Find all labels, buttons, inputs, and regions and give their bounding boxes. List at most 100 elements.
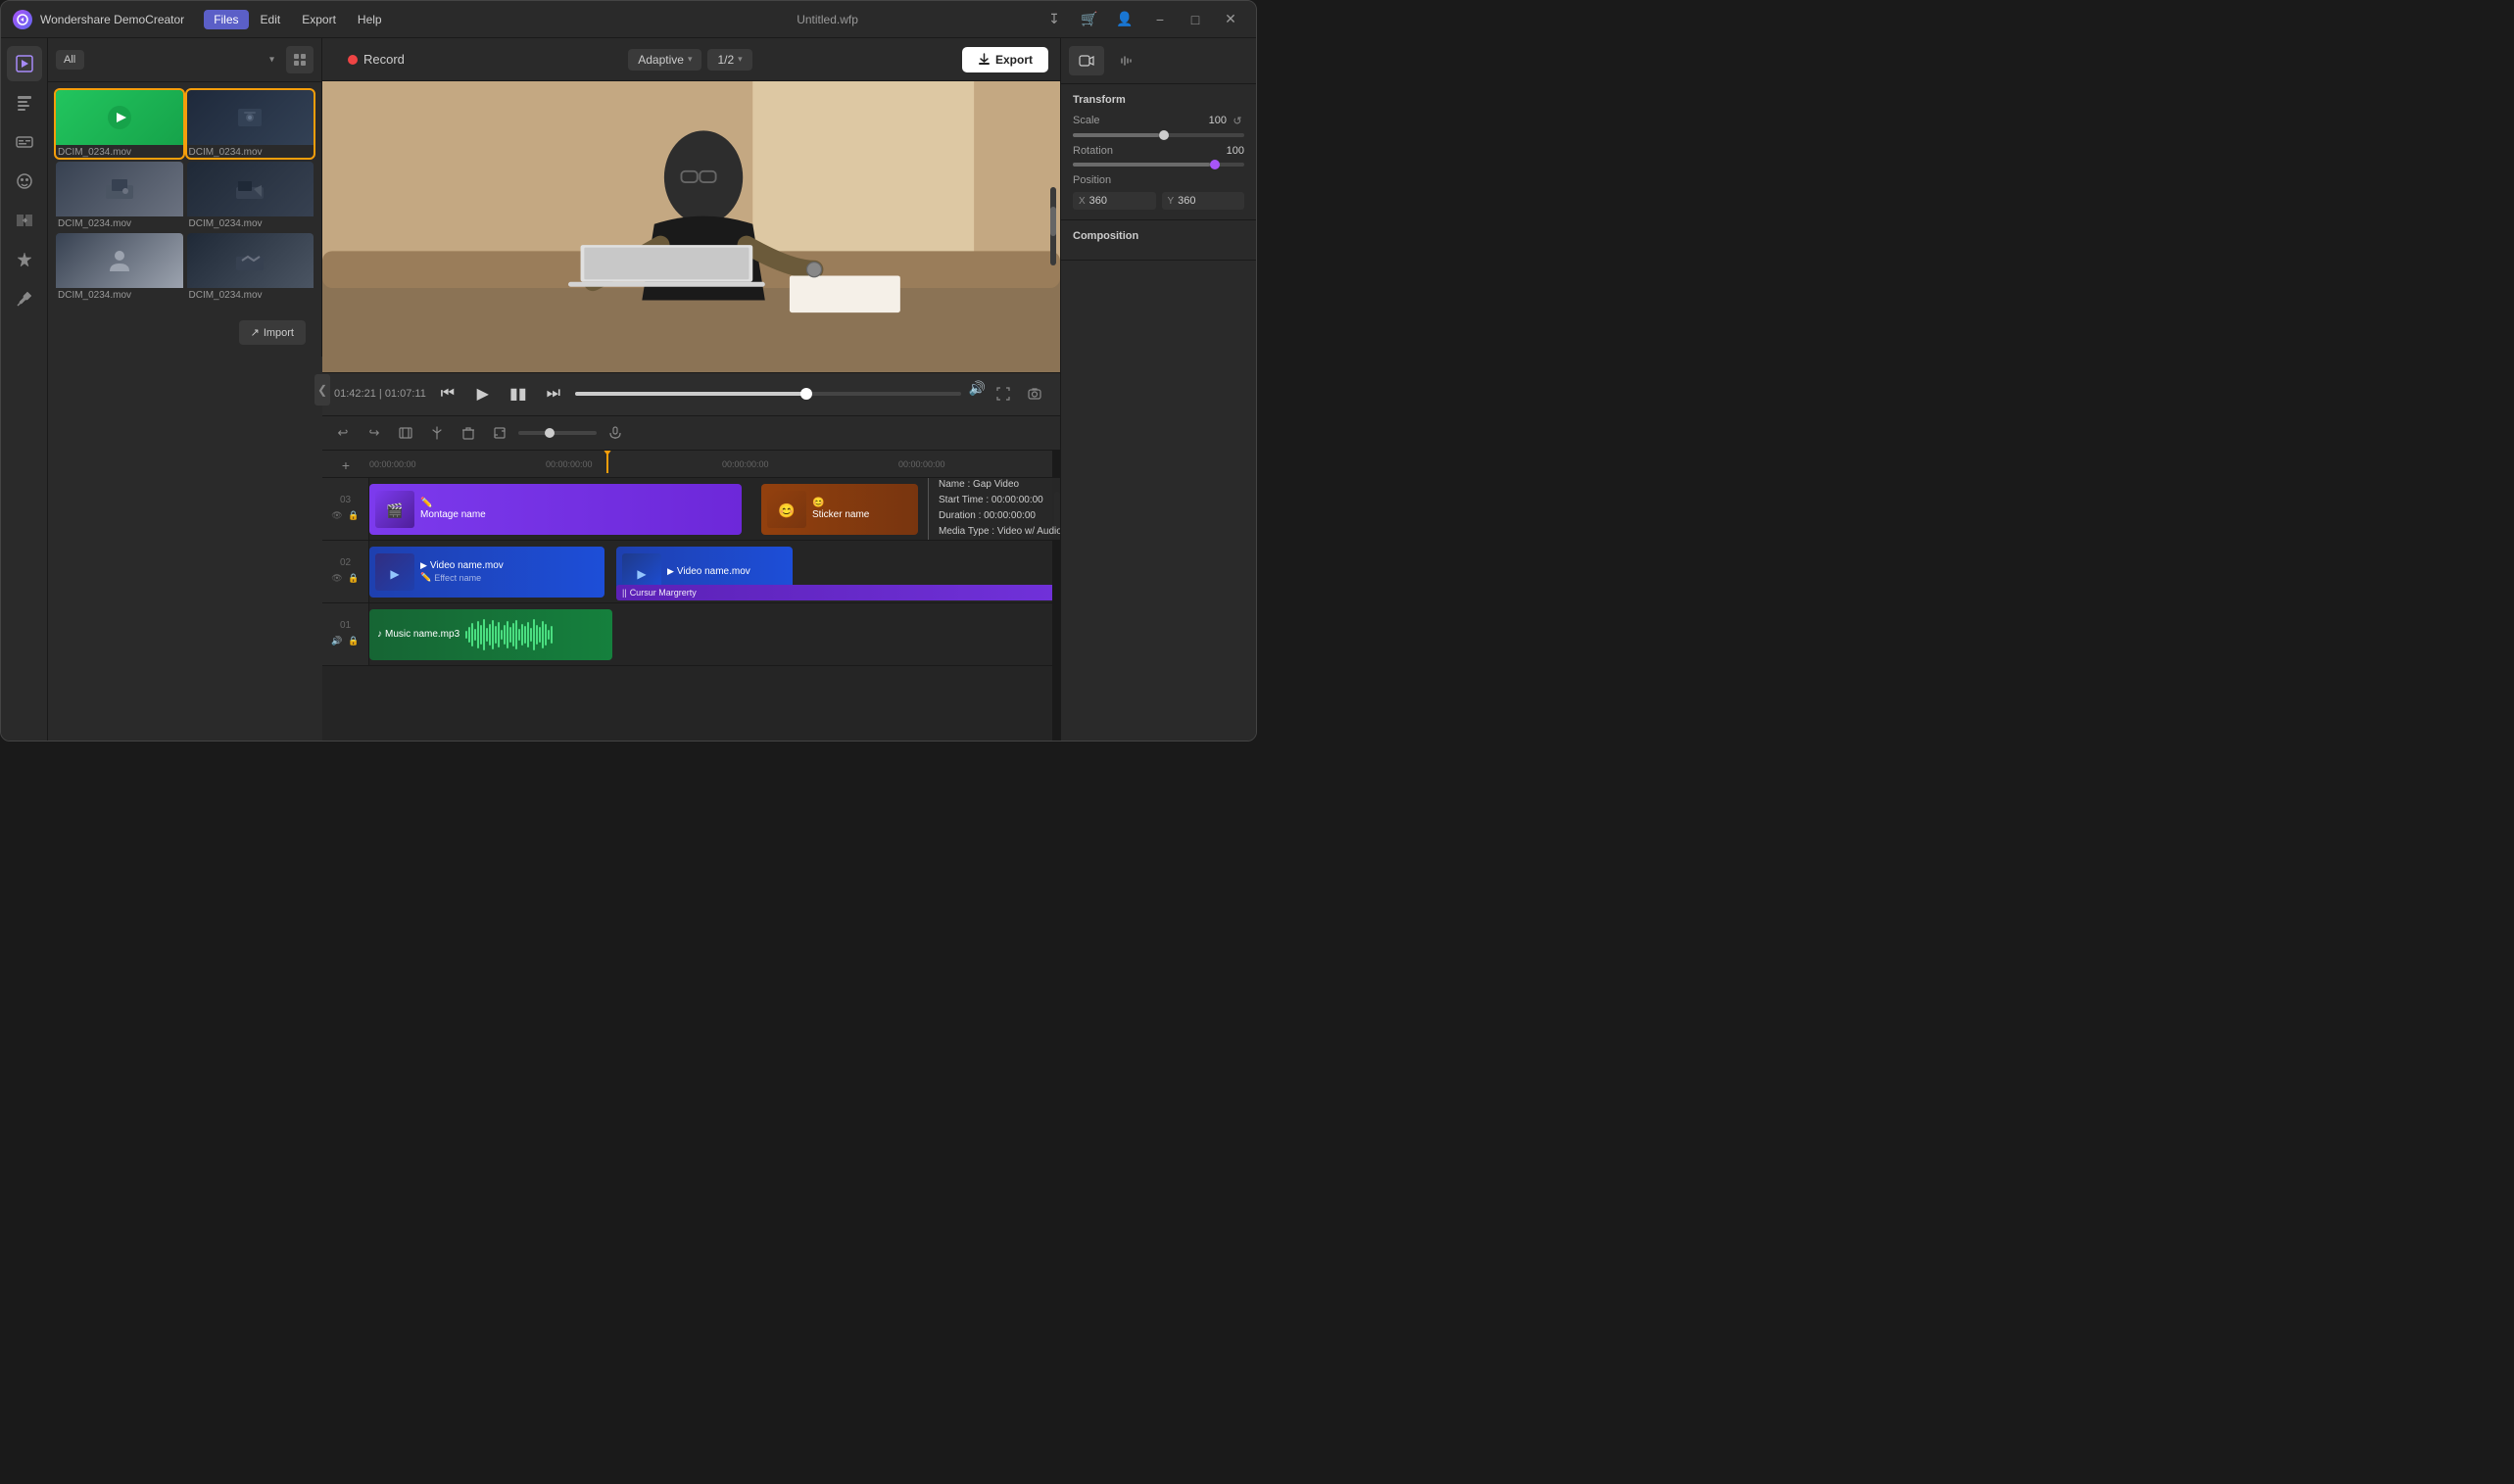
media-grid: DCIM_0234.mov DCIM_0234.mov bbox=[48, 82, 321, 309]
menu-export[interactable]: Export bbox=[292, 10, 346, 29]
media-item-2[interactable]: DCIM_0234.mov bbox=[187, 90, 314, 158]
mic-btn[interactable] bbox=[603, 420, 628, 446]
track-speaker-01[interactable]: 🔊 bbox=[330, 635, 344, 648]
media-item-6[interactable]: DCIM_0234.mov bbox=[187, 233, 314, 301]
progress-bar[interactable] bbox=[575, 392, 961, 396]
clip-label-sticker: 😊 Sticker name bbox=[812, 498, 869, 520]
media-item-1[interactable]: DCIM_0234.mov bbox=[56, 90, 183, 158]
import-ctrl-btn[interactable]: ↧ bbox=[1040, 10, 1068, 29]
scale-reset-btn[interactable]: ↺ bbox=[1231, 114, 1244, 127]
wave-bar bbox=[509, 627, 511, 643]
close-btn[interactable]: ✕ bbox=[1217, 10, 1244, 29]
panel-collapse-btn[interactable]: ❮ bbox=[314, 374, 330, 406]
clip-thumb-video1: ▶ bbox=[375, 553, 414, 591]
track-eye-02[interactable]: 👁 bbox=[330, 572, 344, 586]
import-button[interactable]: ↗ Import bbox=[239, 320, 306, 345]
play-btn[interactable]: ▶ bbox=[469, 380, 497, 407]
clip-label-video1: ▶ Video name.mov ✏️ Effect name bbox=[420, 560, 504, 583]
clip-music[interactable]: ♪ Music name.mp3 bbox=[369, 609, 612, 660]
timeline-area[interactable]: + 00:00:00:00 00:00:00:00 00:00:00:00 00… bbox=[322, 451, 1060, 742]
wave-bar bbox=[474, 629, 476, 641]
zoom-slider[interactable] bbox=[518, 431, 597, 435]
tooltip-line-name: Name : Gap Video bbox=[939, 478, 1060, 493]
sidebar-icon-captions[interactable] bbox=[7, 124, 42, 160]
wave-bar bbox=[465, 631, 467, 639]
media-filter-select[interactable]: All bbox=[56, 50, 84, 70]
undo-btn[interactable]: ↩ bbox=[330, 420, 356, 446]
minimize-btn[interactable]: − bbox=[1146, 10, 1174, 29]
subtitle-bar[interactable]: || Cursur Margrerty || bbox=[616, 585, 1060, 600]
menu-help[interactable]: Help bbox=[348, 10, 392, 29]
transform-btn[interactable] bbox=[487, 420, 512, 446]
filter-select-wrap: All bbox=[56, 50, 280, 70]
sidebar-icon-text[interactable] bbox=[7, 85, 42, 120]
track-eye-03[interactable]: 👁 bbox=[330, 509, 344, 523]
screenshot-btn[interactable] bbox=[1021, 380, 1048, 407]
clip-montage[interactable]: 🎬 ✏️ Montage name bbox=[369, 484, 742, 535]
wave-bar bbox=[539, 627, 541, 643]
track-ctrl-01: 🔊 🔒 bbox=[330, 635, 361, 648]
music-label-wrap: ♪ Music name.mp3 bbox=[377, 629, 459, 640]
grid-view-btn[interactable] bbox=[286, 46, 314, 73]
trim-btn[interactable] bbox=[393, 420, 418, 446]
media-thumb-4 bbox=[187, 162, 314, 216]
skip-to-start-btn[interactable]: ⏮ bbox=[434, 380, 461, 407]
user-btn[interactable]: 👤 bbox=[1111, 10, 1138, 29]
tooltip-duration: Duration : 00:00:00:00 bbox=[939, 508, 1036, 524]
music-name: Music name.mp3 bbox=[385, 629, 459, 640]
menu-files[interactable]: Files bbox=[204, 10, 248, 29]
y-value[interactable]: 360 bbox=[1178, 195, 1195, 207]
media-item-5[interactable]: DCIM_0234.mov bbox=[56, 233, 183, 301]
x-value[interactable]: 360 bbox=[1089, 195, 1107, 207]
wave-bar bbox=[533, 619, 535, 650]
maximize-btn[interactable]: □ bbox=[1182, 10, 1209, 29]
sidebar-icon-pin[interactable] bbox=[7, 281, 42, 316]
x-label: X bbox=[1079, 196, 1086, 207]
wave-bar bbox=[551, 626, 553, 644]
tooltip-start: Start Time : 00:00:00:00 bbox=[939, 493, 1043, 508]
record-button[interactable]: Record bbox=[334, 47, 418, 72]
pause-btn[interactable]: ▮▮ bbox=[505, 380, 532, 407]
clip-name-video2: Video name.mov bbox=[677, 566, 750, 577]
clip-video1[interactable]: ▶ ▶ Video name.mov ✏️ Effect bbox=[369, 547, 604, 598]
rpanel-tab-video[interactable] bbox=[1069, 46, 1104, 75]
export-button[interactable]: Export bbox=[962, 47, 1048, 72]
clip-name-sticker: Sticker name bbox=[812, 509, 869, 520]
wave-bar bbox=[492, 620, 494, 649]
scale-slider-fill bbox=[1073, 133, 1159, 137]
quality-dropdown[interactable]: Adaptive ▾ bbox=[628, 49, 701, 71]
wave-bar bbox=[498, 622, 500, 647]
media-item-4[interactable]: DCIM_0234.mov bbox=[187, 162, 314, 229]
skip-to-end-btn[interactable]: ⏭ bbox=[540, 380, 567, 407]
volume-btn[interactable]: 🔊 bbox=[969, 380, 986, 407]
ratio-dropdown[interactable]: 1/2 ▾ bbox=[707, 49, 751, 71]
track-lock-03[interactable]: 🔒 bbox=[347, 509, 361, 523]
wave-bar bbox=[515, 620, 517, 649]
rpanel-tab-audio[interactable] bbox=[1108, 46, 1143, 75]
clip-sticker[interactable]: 😊 😊 Sticker name bbox=[761, 484, 918, 535]
sidebar-icon-stickers[interactable] bbox=[7, 164, 42, 199]
redo-btn[interactable]: ↪ bbox=[362, 420, 387, 446]
playback-bar: 01:42:21 | 01:07:11 ⏮ ▶ ▮▮ ⏭ 🔊 bbox=[322, 372, 1060, 415]
delete-btn[interactable] bbox=[456, 420, 481, 446]
title-bar: Wondershare DemoCreator Files Edit Expor… bbox=[1, 1, 1256, 38]
fullscreen-btn[interactable] bbox=[990, 380, 1017, 407]
split-btn[interactable] bbox=[424, 420, 450, 446]
rotation-slider[interactable] bbox=[1073, 163, 1244, 167]
menu-edit[interactable]: Edit bbox=[251, 10, 291, 29]
scale-slider[interactable] bbox=[1073, 133, 1244, 137]
media-item-3[interactable]: DCIM_0234.mov bbox=[56, 162, 183, 229]
window-controls: ↧ 🛒 👤 − □ ✕ bbox=[1040, 10, 1244, 29]
cart-btn[interactable]: 🛒 bbox=[1076, 10, 1103, 29]
track-lock-01[interactable]: 🔒 bbox=[347, 635, 361, 648]
add-track-btn[interactable]: + bbox=[322, 457, 369, 473]
sidebar-icon-transitions[interactable] bbox=[7, 203, 42, 238]
clip-name-video1: Video name.mov bbox=[430, 560, 504, 571]
preview-controls-top: Adaptive ▾ 1/2 ▾ bbox=[628, 49, 751, 71]
sidebar-icon-media[interactable] bbox=[7, 46, 42, 81]
sidebar-icon-effects[interactable] bbox=[7, 242, 42, 277]
wave-bar bbox=[477, 621, 479, 648]
music-note-icon: ♪ bbox=[377, 629, 382, 640]
clip-label-montage: ✏️ Montage name bbox=[420, 498, 486, 520]
track-lock-02[interactable]: 🔒 bbox=[347, 572, 361, 586]
